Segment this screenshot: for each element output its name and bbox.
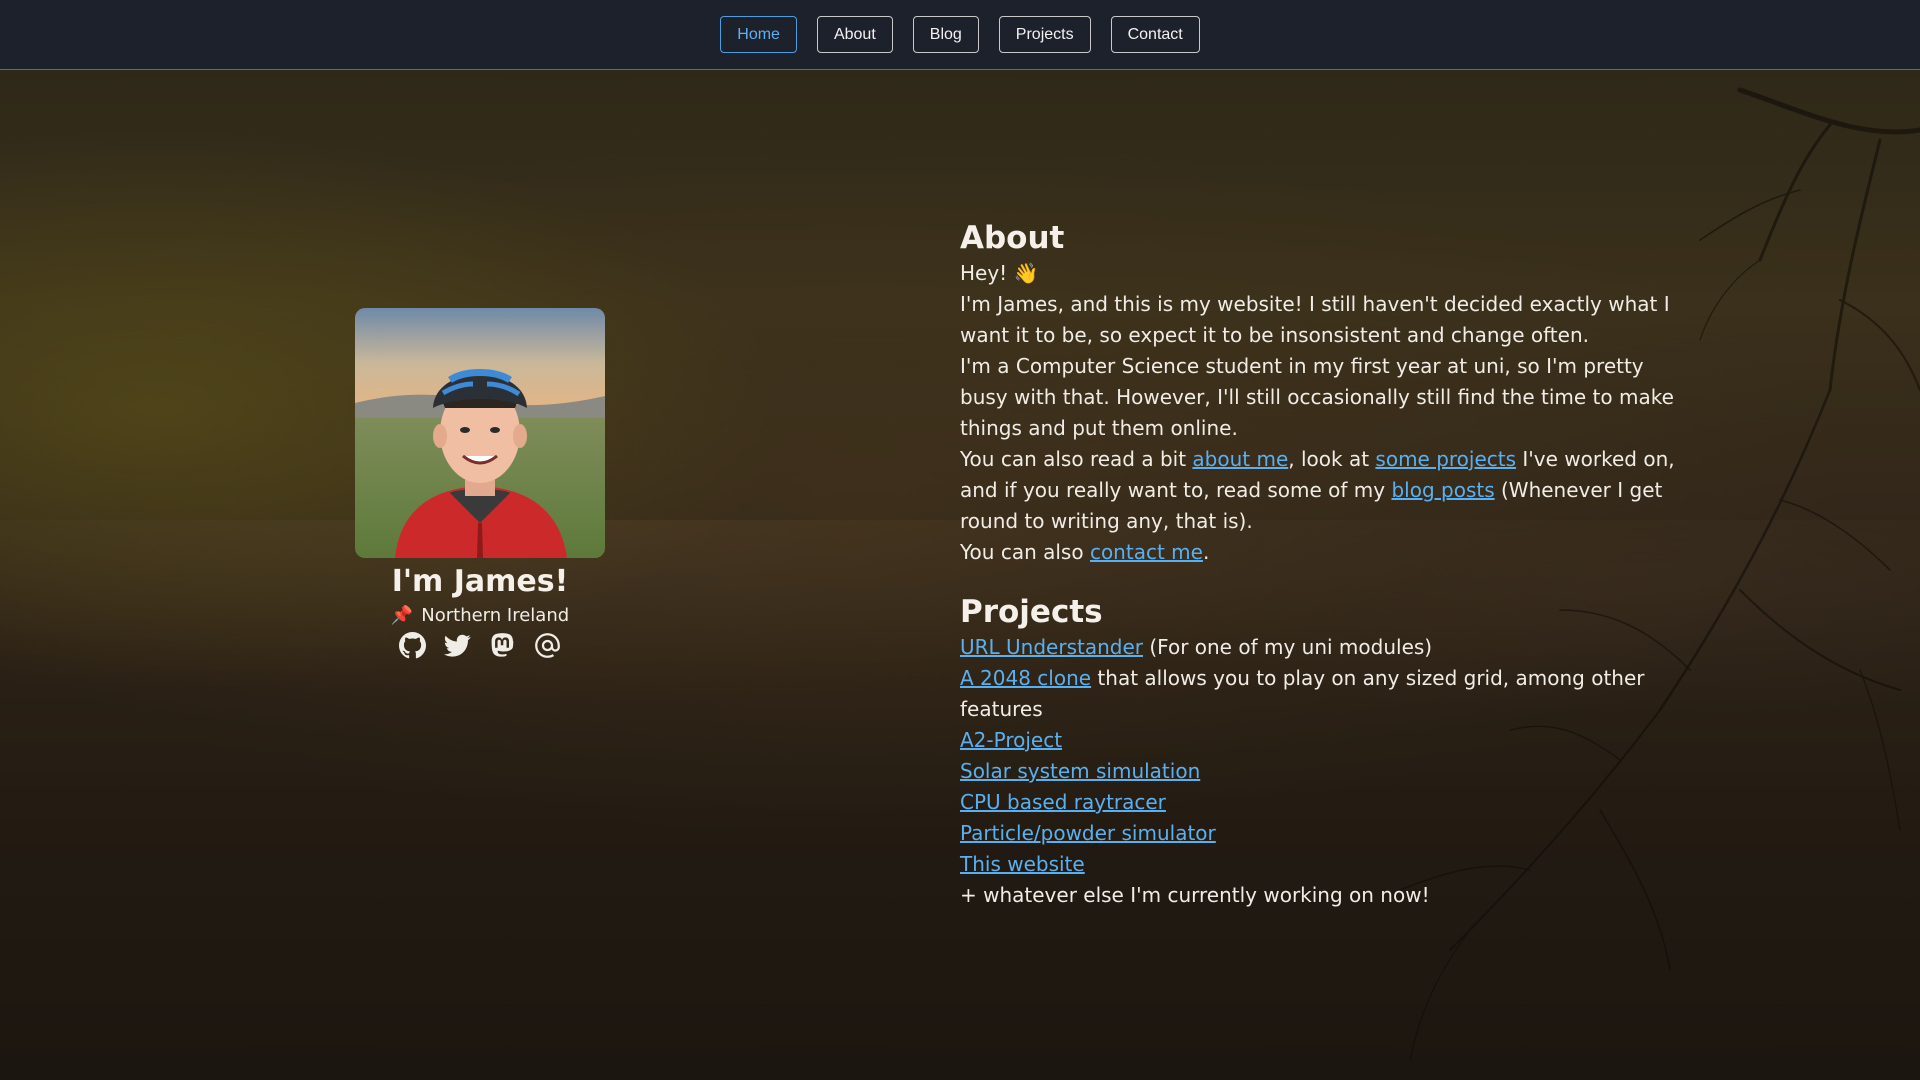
nav-about-button[interactable]: About [816,16,893,53]
location: 📌 Northern Ireland [391,605,569,626]
project-item: URL Understander (For one of my uni modu… [960,635,1433,659]
github-icon[interactable] [399,632,426,659]
project-item: CPU based raytracer [960,787,1680,818]
email-at-icon[interactable] [534,632,561,659]
location-text: Northern Ireland [421,605,570,626]
twitter-icon[interactable] [444,632,471,659]
project-link-solar-system[interactable]: Solar system simulation [960,759,1200,783]
blog-posts-link[interactable]: blog posts [1391,478,1494,502]
project-item: Solar system simulation [960,756,1680,787]
project-item: A2-Project [960,725,1680,756]
about-paragraph-intro: I'm James, and this is my website! I sti… [960,292,1670,347]
about-paragraph-links: You can also read a bit about me, look a… [960,447,1675,533]
greeting: Hey! 👋 [960,261,1039,285]
mastodon-icon[interactable] [489,632,516,659]
nav-projects-button[interactable]: Projects [998,16,1091,53]
project-link-2048-clone[interactable]: A 2048 clone [960,666,1091,690]
about-heading: About [960,220,1065,256]
about-me-link[interactable]: about me [1192,447,1288,471]
project-link-particle-simulator[interactable]: Particle/powder simulator [960,821,1216,845]
project-link-url-understander[interactable]: URL Understander [960,635,1143,659]
main-content: About Hey! 👋 I'm James, and this is my w… [960,218,1680,911]
project-item: This website [960,849,1680,880]
project-item: A 2048 clone that allows you to play on … [960,666,1645,721]
avatar [355,308,605,558]
about-paragraph-student: I'm a Computer Science student in my fir… [960,354,1674,440]
contact-me-link[interactable]: contact me [1090,540,1203,564]
profile-name: I'm James! [391,564,569,599]
nav-contact-button[interactable]: Contact [1110,16,1200,53]
projects-heading: Projects [960,594,1103,630]
top-nav: Home About Blog Projects Contact [0,0,1920,70]
nav-blog-button[interactable]: Blog [912,16,979,53]
pushpin-icon: 📌 [390,605,414,626]
project-link-a2-project[interactable]: A2-Project [960,728,1062,752]
project-link-raytracer[interactable]: CPU based raytracer [960,790,1166,814]
about-paragraph-contact: You can also contact me. [960,540,1210,564]
project-link-this-website[interactable]: This website [960,852,1085,876]
nav-home-button[interactable]: Home [720,16,797,53]
some-projects-link[interactable]: some projects [1375,447,1516,471]
projects-footer-text: + whatever else I'm currently working on… [960,883,1430,907]
project-item: Particle/powder simulator [960,818,1680,849]
profile-card: I'm James! 📌 Northern Ireland [355,308,605,659]
social-links [399,632,561,659]
